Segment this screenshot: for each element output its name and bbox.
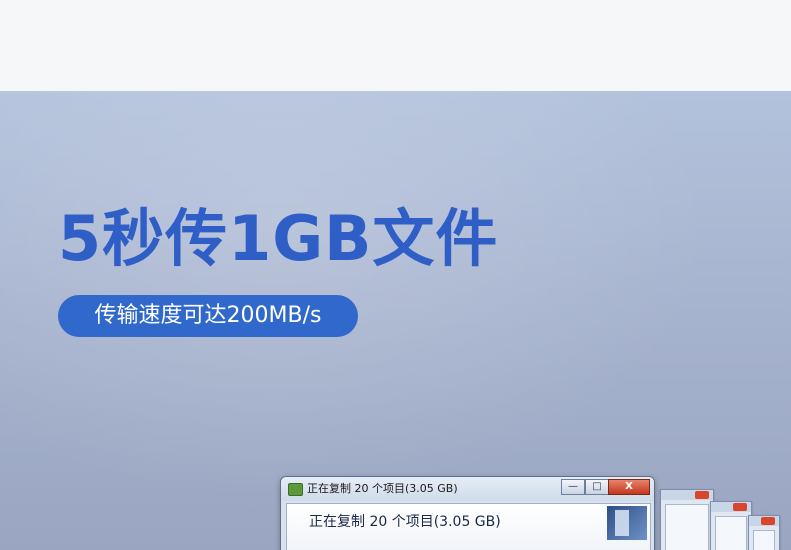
speed-pill: 传输速度可达200MB/s xyxy=(58,295,358,337)
copy-status-text: 正在复制 20 个项目(3.05 GB) xyxy=(309,514,501,530)
copy-animation-icon xyxy=(607,506,647,540)
stacked-window-2 xyxy=(710,501,752,550)
minimize-button[interactable]: — xyxy=(561,479,585,495)
stacked-window-1 xyxy=(660,489,714,550)
dialog-titlebar: 正在复制 20 个项目(3.05 GB) — □ X xyxy=(281,477,654,501)
close-button[interactable]: X xyxy=(608,479,650,495)
stacked-window-3 xyxy=(748,515,780,550)
hero-banner: 5秒传1GB文件 传输速度可达200MB/s 正在复制 20 个项目(3.05 … xyxy=(0,91,791,550)
maximize-button[interactable]: □ xyxy=(585,479,609,495)
copy-icon xyxy=(288,483,303,496)
dialog-content: 正在复制 20 个项目(3.05 GB) xyxy=(286,503,651,550)
headline: 5秒传1GB文件 xyxy=(58,202,499,275)
top-strip xyxy=(0,0,791,91)
copy-dialog: 正在复制 20 个项目(3.05 GB) — □ X 正在复制 20 个项目(3… xyxy=(280,476,655,550)
dialog-title: 正在复制 20 个项目(3.05 GB) xyxy=(307,482,458,495)
